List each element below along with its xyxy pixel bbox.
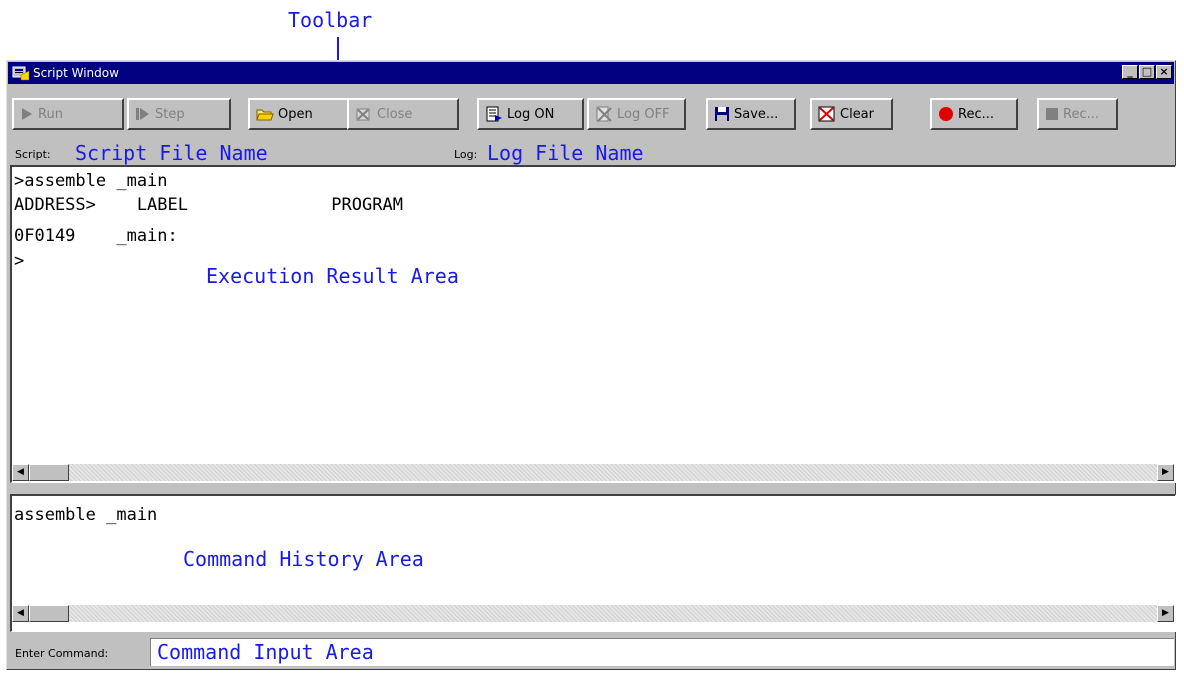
close-label: Close	[377, 106, 413, 122]
command-input-annotation: Command Input Area	[157, 640, 374, 664]
log-off-icon	[596, 106, 612, 122]
window-title: Script Window	[33, 66, 119, 80]
open-folder-icon	[256, 109, 274, 121]
title-bar[interactable]	[8, 62, 1174, 84]
record-icon	[939, 107, 953, 121]
command-input[interactable]: Command Input Area	[150, 638, 1174, 666]
close-button[interactable]: Close	[347, 98, 459, 130]
scroll-right-icon[interactable]: ▶	[1157, 605, 1174, 622]
maximize-button[interactable]: □	[1139, 65, 1155, 79]
scroll-left-icon[interactable]: ◀	[12, 464, 29, 481]
scroll-left-icon[interactable]: ◀	[12, 605, 29, 622]
log-on-icon	[486, 106, 502, 122]
log-file-name: Log File Name	[487, 141, 644, 165]
run-button[interactable]: Run	[12, 98, 124, 130]
save-label: Save...	[734, 106, 779, 122]
open-button[interactable]: Open	[248, 98, 358, 130]
execution-result-annotation: Execution Result Area	[206, 264, 459, 288]
close-window-button[interactable]: ×	[1156, 65, 1172, 79]
script-window-icon	[12, 65, 30, 81]
clear-button[interactable]: Clear	[810, 98, 893, 130]
result-line: >assemble _main	[14, 171, 168, 191]
run-label: Run	[38, 106, 63, 122]
script-file-name: Script File Name	[75, 141, 268, 165]
result-line: 0F0149 _main:	[14, 226, 178, 246]
log-off-button[interactable]: Log OFF	[587, 98, 686, 130]
record-start-label: Rec...	[958, 106, 994, 122]
script-file-label: Script:	[15, 148, 51, 161]
scroll-right-icon[interactable]: ▶	[1157, 464, 1174, 481]
enter-command-label: Enter Command:	[15, 647, 109, 660]
history-horizontal-scrollbar[interactable]: ◀ ▶	[12, 605, 1174, 622]
play-icon	[22, 108, 32, 120]
step-label: Step	[155, 106, 185, 122]
clear-icon	[818, 106, 835, 122]
clear-label: Clear	[840, 106, 874, 122]
log-on-label: Log ON	[507, 106, 555, 122]
save-button[interactable]: Save...	[706, 98, 796, 130]
command-history-annotation: Command History Area	[183, 547, 424, 571]
result-line: >	[14, 251, 25, 271]
result-horizontal-scrollbar[interactable]: ◀ ▶	[12, 464, 1174, 481]
scroll-thumb[interactable]	[29, 464, 69, 481]
step-icon	[136, 108, 149, 120]
stop-icon	[1046, 108, 1058, 120]
log-off-label: Log OFF	[617, 106, 670, 122]
record-stop-label: Rec...	[1063, 106, 1099, 122]
log-on-button[interactable]: Log ON	[477, 98, 584, 130]
close-script-icon	[356, 108, 370, 121]
log-file-label: Log:	[454, 148, 478, 161]
record-stop-button[interactable]: Rec...	[1037, 98, 1118, 130]
open-label: Open	[278, 106, 313, 122]
result-line: ADDRESS> LABEL PROGRAM	[14, 195, 403, 215]
minimize-button[interactable]: _	[1122, 65, 1138, 79]
step-button[interactable]: Step	[127, 98, 231, 130]
floppy-disk-icon	[715, 107, 729, 121]
history-line: assemble _main	[14, 505, 158, 525]
scroll-thumb[interactable]	[29, 605, 69, 622]
record-start-button[interactable]: Rec...	[930, 98, 1018, 130]
toolbar-annotation: Toolbar	[288, 8, 373, 32]
